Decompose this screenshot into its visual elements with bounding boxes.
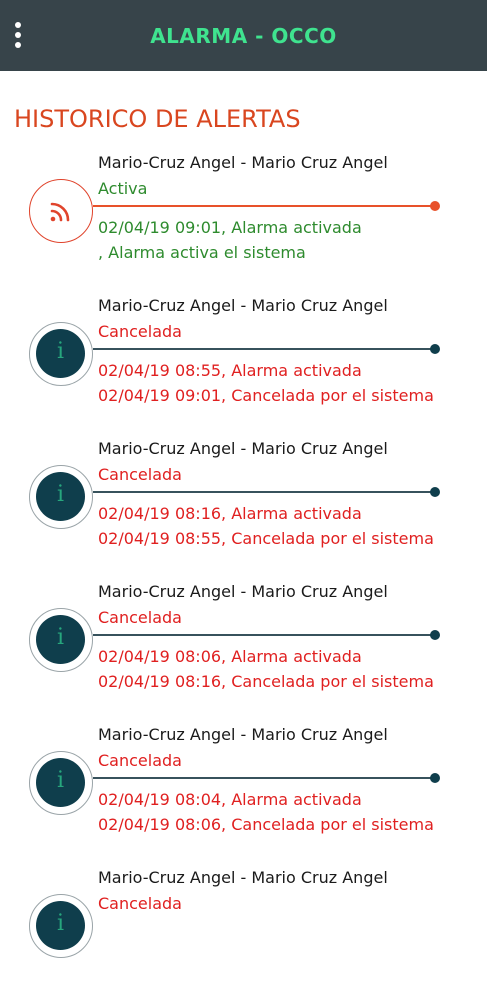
alert-status: Cancelada: [98, 894, 182, 913]
timeline-dot: [430, 201, 440, 211]
timeline-dot: [430, 630, 440, 640]
alert-name: Mario-Cruz Angel - Mario Cruz Angel: [98, 868, 388, 887]
timeline-line: [93, 344, 440, 354]
info-icon: i: [29, 751, 93, 815]
info-icon: i: [29, 465, 93, 529]
info-icon: i: [29, 894, 93, 958]
timeline-line: [93, 201, 440, 211]
timeline-dot: [430, 487, 440, 497]
info-icon: i: [29, 322, 93, 386]
alert-detail-1: 02/04/19 08:04, Alarma activada: [98, 790, 362, 809]
alert-detail-1: 02/04/19 08:06, Alarma activada: [98, 647, 362, 666]
alert-name: Mario-Cruz Angel - Mario Cruz Angel: [98, 725, 388, 744]
timeline-line: [93, 487, 440, 497]
alert-item-cancelled[interactable]: Mario-Cruz Angel - Mario Cruz Angel Canc…: [0, 865, 487, 1008]
alert-item-cancelled[interactable]: Mario-Cruz Angel - Mario Cruz Angel Canc…: [0, 722, 487, 865]
app-bar: ALARMA - OCCO: [0, 0, 487, 71]
alert-status: Cancelada: [98, 751, 182, 770]
alert-detail-1: 02/04/19 08:55, Alarma activada: [98, 361, 362, 380]
alert-detail-2: 02/04/19 08:16, Cancelada por el sistema: [98, 672, 434, 691]
alert-name: Mario-Cruz Angel - Mario Cruz Angel: [98, 582, 388, 601]
alert-item-cancelled[interactable]: Mario-Cruz Angel - Mario Cruz Angel Canc…: [0, 436, 487, 579]
alert-status: Cancelada: [98, 322, 182, 341]
alert-name: Mario-Cruz Angel - Mario Cruz Angel: [98, 153, 388, 172]
alert-detail-2: 02/04/19 08:55, Cancelada por el sistema: [98, 529, 434, 548]
alert-item-cancelled[interactable]: Mario-Cruz Angel - Mario Cruz Angel Canc…: [0, 579, 487, 722]
alert-status: Activa: [98, 179, 148, 198]
app-title: ALARMA - OCCO: [150, 24, 337, 48]
alert-detail-2: 02/04/19 08:06, Cancelada por el sistema: [98, 815, 434, 834]
alert-detail-1: 02/04/19 09:01, Alarma activada: [98, 218, 362, 237]
alert-name: Mario-Cruz Angel - Mario Cruz Angel: [98, 296, 388, 315]
section-title: HISTORICO DE ALERTAS: [14, 105, 301, 133]
alert-detail-1: 02/04/19 08:16, Alarma activada: [98, 504, 362, 523]
timeline-line: [93, 773, 440, 783]
alert-detail-2: , Alarma activa el sistema: [98, 243, 306, 262]
alert-detail-2: 02/04/19 09:01, Cancelada por el sistema: [98, 386, 434, 405]
timeline-dot: [430, 773, 440, 783]
alarm-signal-icon: [29, 179, 93, 243]
alert-item-active[interactable]: Mario-Cruz Angel - Mario Cruz Angel Acti…: [0, 150, 487, 293]
alert-status: Cancelada: [98, 465, 182, 484]
alert-status: Cancelada: [98, 608, 182, 627]
timeline-line: [93, 630, 440, 640]
alert-item-cancelled[interactable]: Mario-Cruz Angel - Mario Cruz Angel Canc…: [0, 293, 487, 436]
alert-name: Mario-Cruz Angel - Mario Cruz Angel: [98, 439, 388, 458]
timeline-dot: [430, 344, 440, 354]
info-icon: i: [29, 608, 93, 672]
